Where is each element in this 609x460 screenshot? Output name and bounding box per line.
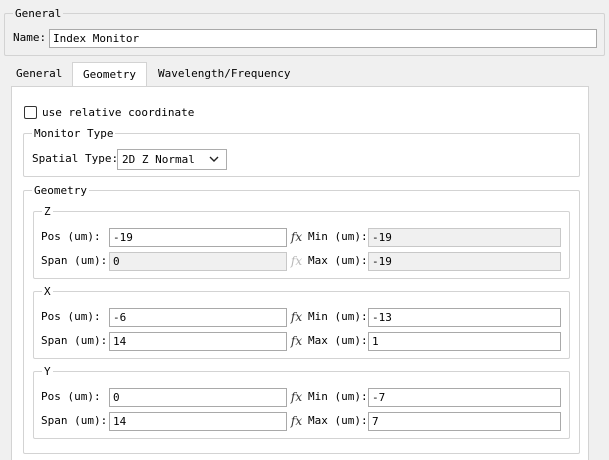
x-max-input[interactable]: 1 (368, 332, 561, 351)
x-min-label: Min (um): (308, 310, 368, 323)
y-max-label: Max (um): (308, 414, 368, 427)
z-pos-fx-icon[interactable]: fx (288, 229, 305, 246)
general-group-title: General (13, 7, 64, 20)
spatial-type-value: 2D Z Normal (122, 153, 195, 166)
x-min-input[interactable]: -13 (368, 308, 561, 327)
y-span-input[interactable]: 14 (109, 412, 287, 431)
x-max-label: Max (um): (308, 334, 368, 347)
z-span-field: 0 (109, 252, 287, 271)
z-span-label: Span (um): (41, 254, 108, 267)
y-min-label: Min (um): (308, 390, 368, 403)
spatial-type-select[interactable]: 2D Z Normal (117, 149, 227, 170)
relative-coordinate-label: use relative coordinate (42, 106, 195, 119)
z-title: Z (42, 205, 53, 218)
geometry-title: Geometry (32, 184, 89, 197)
y-span-fx-icon[interactable]: fx (288, 413, 305, 430)
x-group: X Pos (um): -6 fx Min (um): -13 Span (um… (33, 285, 570, 359)
relative-coordinate-checkbox[interactable] (24, 106, 37, 119)
general-group: General Name: Index Monitor (4, 7, 605, 56)
x-pos-input[interactable]: -6 (109, 308, 287, 327)
y-span-label: Span (um): (41, 414, 108, 427)
y-group: Y Pos (um): 0 fx Min (um): -7 Span (um):… (33, 365, 570, 439)
z-span-fx-icon: fx (290, 254, 303, 268)
chevron-down-icon (209, 156, 219, 162)
x-span-fx-icon[interactable]: fx (288, 333, 305, 350)
geometry-tab-panel: use relative coordinate Monitor Type Spa… (11, 86, 589, 460)
name-input[interactable]: Index Monitor (49, 29, 597, 48)
y-pos-fx-icon[interactable]: fx (288, 389, 305, 406)
x-span-label: Span (um): (41, 334, 108, 347)
x-span-input[interactable]: 14 (109, 332, 287, 351)
y-pos-input[interactable]: 0 (109, 388, 287, 407)
x-pos-fx-icon[interactable]: fx (288, 309, 305, 326)
tab-geometry[interactable]: Geometry (72, 62, 147, 86)
z-pos-input[interactable]: -19 (109, 228, 287, 247)
spatial-type-label: Spatial Type: (32, 152, 119, 165)
z-max-field: -19 (368, 252, 561, 271)
tab-general[interactable]: General (6, 64, 72, 86)
monitor-type-group: Monitor Type Spatial Type: 2D Z Normal (23, 127, 580, 177)
y-min-input[interactable]: -7 (368, 388, 561, 407)
z-max-label: Max (um): (308, 254, 368, 267)
z-min-label: Min (um): (308, 230, 368, 243)
tab-wavelength-frequency[interactable]: Wavelength/Frequency (148, 64, 300, 86)
x-pos-label: Pos (um): (41, 310, 101, 323)
z-min-field: -19 (368, 228, 561, 247)
x-title: X (42, 285, 53, 298)
z-pos-label: Pos (um): (41, 230, 101, 243)
z-group: Z Pos (um): -19 fx Min (um): -19 Span (u… (33, 205, 570, 279)
y-title: Y (42, 365, 53, 378)
name-label: Name: (13, 31, 47, 44)
y-max-input[interactable]: 7 (368, 412, 561, 431)
y-pos-label: Pos (um): (41, 390, 101, 403)
geometry-group: Geometry Z Pos (um): -19 fx Min (um): -1… (23, 184, 580, 454)
monitor-type-title: Monitor Type (32, 127, 116, 140)
